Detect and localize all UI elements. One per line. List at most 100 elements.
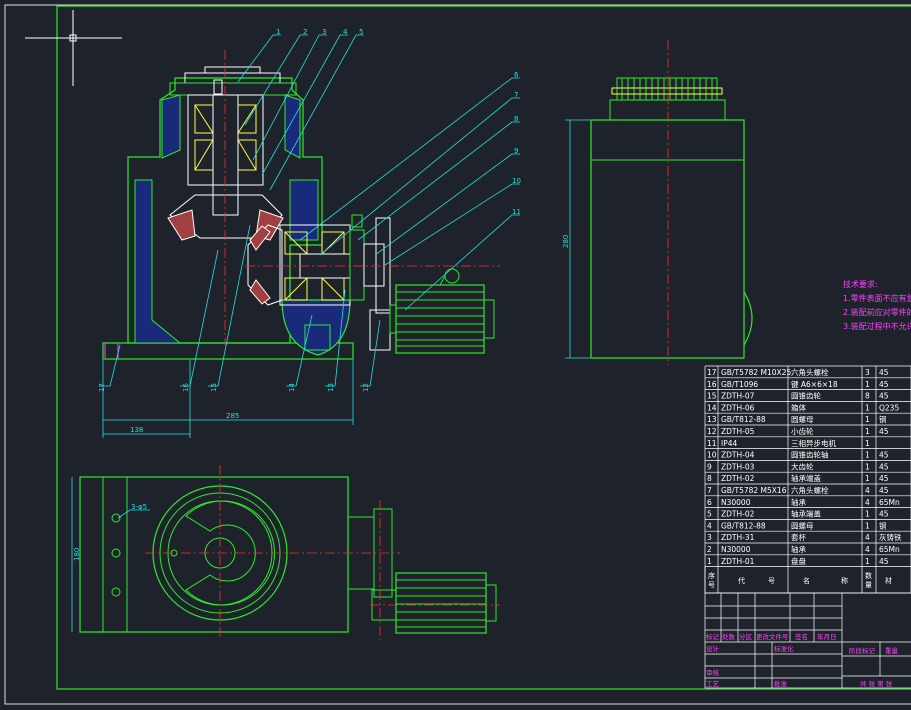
parts-row-code: IP44 xyxy=(721,439,738,448)
parts-row-no: 4 xyxy=(707,521,712,530)
parts-row-no: 9 xyxy=(707,462,712,471)
parts-row-qty: 1 xyxy=(865,415,870,424)
parts-row-no: 8 xyxy=(707,474,712,483)
parts-row-material: 45 xyxy=(879,451,889,460)
parts-row-code: ZDTH-01 xyxy=(721,557,755,566)
parts-row-name: 圆螺母 xyxy=(791,414,814,424)
tech-requirement-item: 2.装配前应对零件的主 xyxy=(843,307,911,317)
parts-row-qty: 1 xyxy=(865,557,870,566)
parts-row-name: 键 A6×6×18 xyxy=(791,379,838,389)
parts-row-qty: 4 xyxy=(865,533,870,542)
parts-row-code: N30000 xyxy=(721,498,751,507)
parts-row-qty: 4 xyxy=(865,486,870,495)
balloon-label: 14 xyxy=(288,383,296,392)
parts-row-material: Q235 xyxy=(879,403,899,412)
parts-row-material: 45 xyxy=(879,474,889,483)
balloon-label: 16 xyxy=(182,383,190,392)
tb-sheets: 共 张 第 张 xyxy=(860,679,893,688)
parts-row-no: 11 xyxy=(707,439,717,448)
balloon-label: 13 xyxy=(327,383,335,392)
balloon-label: 8 xyxy=(514,115,518,123)
balloon-label: 3 xyxy=(322,28,326,36)
parts-row-qty: 1 xyxy=(865,403,870,412)
parts-row-qty: 1 xyxy=(865,462,870,471)
parts-row-material: 45 xyxy=(879,462,889,471)
balloon-label: 7 xyxy=(514,91,518,99)
parts-row-qty: 1 xyxy=(865,380,870,389)
header-code-b: 号 xyxy=(768,577,775,585)
parts-row-material: 45 xyxy=(879,380,889,389)
dimension-left-width: 138 xyxy=(130,426,143,434)
parts-row-code: ZDTH-03 xyxy=(721,462,755,471)
parts-row-material: 65Mn xyxy=(879,545,900,554)
tb-standardize: 标准化 xyxy=(774,644,794,653)
parts-row-qty: 1 xyxy=(865,474,870,483)
tb-review: 审核 xyxy=(706,668,720,677)
parts-row-no: 7 xyxy=(707,486,712,495)
parts-row-name: 圆锥齿轮 xyxy=(791,391,821,401)
parts-row-name: 轴承端盖 xyxy=(791,473,821,483)
header-no-2: 号 xyxy=(708,581,715,589)
parts-row-name: 箱体 xyxy=(791,402,806,412)
tb-weight: 重量 xyxy=(885,647,899,655)
balloon-label: 12 xyxy=(362,383,370,392)
parts-row-no: 10 xyxy=(707,451,717,460)
parts-row-material: 45 xyxy=(879,486,889,495)
parts-row-code: GB/T5782 M10X25 xyxy=(721,368,791,377)
parts-row-code: GB/T5782 M5X16 xyxy=(721,486,787,495)
balloon-label: 17 xyxy=(98,383,106,392)
parts-row-no: 14 xyxy=(707,403,717,412)
balloon-label: 6 xyxy=(514,71,519,79)
parts-row-name: 三相异步电机 xyxy=(791,438,836,448)
parts-row-material: 45 xyxy=(879,557,889,566)
header-qty-2: 量 xyxy=(865,581,872,589)
parts-row-qty: 4 xyxy=(865,545,870,554)
header-code-a: 代 xyxy=(738,576,745,585)
parts-row-code: N30000 xyxy=(721,545,751,554)
cad-drawing-canvas[interactable]: 1 2 3 4 5 6 7 8 9 10 11 12 13 14 15 16 1… xyxy=(0,0,911,710)
tech-requirement-item: 3.装配过程中不允许磕、 xyxy=(843,321,911,331)
dimension-top-height: 180 xyxy=(73,548,81,561)
header-material: 材 xyxy=(885,576,892,585)
header-name-a: 名 xyxy=(803,576,810,585)
parts-row-code: ZDTH-31 xyxy=(721,533,755,542)
parts-row-no: 15 xyxy=(707,392,717,401)
balloon-label: 9 xyxy=(514,147,518,155)
parts-row-qty: 4 xyxy=(865,498,870,507)
dimension-total-width: 285 xyxy=(226,412,239,420)
balloon-label: 11 xyxy=(512,208,521,216)
parts-row-no: 6 xyxy=(707,498,712,507)
parts-row-code: ZDTH-07 xyxy=(721,392,755,401)
tb-date: 年月日 xyxy=(817,632,837,641)
parts-row-no: 17 xyxy=(707,368,717,377)
tb-design: 设计 xyxy=(706,644,720,653)
balloon-label: 4 xyxy=(343,28,348,36)
parts-row-material: 灰铸铁 xyxy=(879,532,902,542)
parts-row-no: 5 xyxy=(707,510,712,519)
header-name-b: 称 xyxy=(841,576,848,585)
parts-row-qty: 1 xyxy=(865,521,870,530)
balloon-label: 15 xyxy=(210,383,218,392)
parts-row-qty: 1 xyxy=(865,427,870,436)
tech-requirement-item: 1.零件表面不应有划痕。 xyxy=(843,293,911,303)
parts-row-name: 轴承 xyxy=(791,497,806,507)
tb-count: 处数 xyxy=(722,632,736,641)
parts-row-material: 45 xyxy=(879,392,889,401)
parts-row-name: 套杯 xyxy=(791,532,806,542)
parts-row-name: 轴承 xyxy=(791,544,806,554)
parts-row-code: ZDTH-05 xyxy=(721,427,755,436)
dimension-side-height: 280 xyxy=(562,235,570,248)
balloon-label: 5 xyxy=(359,28,363,36)
parts-row-name: 盘盘 xyxy=(791,556,806,566)
hole-callout: 3-φ5 xyxy=(131,503,147,511)
parts-row-material: 45 xyxy=(879,510,889,519)
tb-stage-mark: 阶段标记 xyxy=(849,646,876,655)
tb-mark: 标记 xyxy=(706,632,720,641)
parts-row-qty: 3 xyxy=(865,368,870,377)
parts-row-name: 轴承端盖 xyxy=(791,509,821,519)
parts-row-name: 大齿轮 xyxy=(791,461,814,471)
parts-row-name: 六角头螺栓 xyxy=(791,485,829,495)
parts-row-qty: 1 xyxy=(865,510,870,519)
parts-row-name: 圆螺母 xyxy=(791,520,814,530)
parts-row-no: 12 xyxy=(707,427,717,436)
